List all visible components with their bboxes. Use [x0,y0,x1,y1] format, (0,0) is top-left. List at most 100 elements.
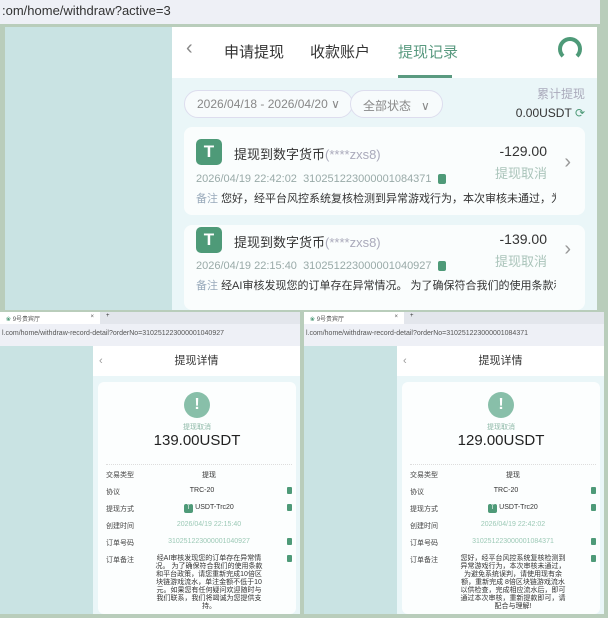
chevron-right-icon: › [564,238,571,260]
tab-apply[interactable]: 申请提现 [224,41,284,62]
row-value: 2026/04/19 22:42:02 [481,521,545,528]
row-value: TRC-20 [190,487,215,494]
new-tab-button[interactable]: + [106,313,110,319]
detail-row: 协议 TRC-20 [106,487,292,504]
detail-row: 交易类型 提现 [410,470,596,487]
copy-icon[interactable] [590,538,596,545]
side-panel [0,346,93,614]
refresh-icon[interactable]: ⟳ [575,106,585,120]
chevron-right-icon: › [564,151,571,173]
row-value: 2026/04/19 22:15:40 [177,521,241,528]
row-value-text: 您好，经平台风控系统复核检测到异常游戏行为，本次审核未通过，为避免系统误判，请使… [460,555,566,610]
total-value: 0.00USDT ⟳ [515,106,585,120]
copy-icon[interactable] [286,504,292,511]
row-value-text: 310251223000001040927 [168,538,250,545]
row-label: 提现方式 [410,506,438,513]
detail-row: 订单号码 310251223000001040927 [106,538,292,555]
address-bar[interactable]: l.com/home/withdraw-record-detail?orderN… [304,324,604,346]
detail-row: 订单备注 经AI审核发现您的订单存在异常情况。 为了确保符合我们的使用条款和平台政… [106,555,292,614]
row-value-text: USDT-Trc20 [499,504,538,511]
row-value-text: 2026/04/19 22:42:02 [480,521,546,528]
row-value: TRC-20 [494,487,519,494]
record-card[interactable]: T 提现到数字货币(****zxs8) 2026/04/19 22:42:02 … [184,127,585,215]
row-label: 协议 [410,489,424,496]
back-button[interactable]: ‹ [186,37,193,60]
row-value: 经AI审核发现您的订单存在异常情况。 为了确保符合我们的使用条款和平台政策，请您… [154,555,264,611]
tether-icon: T [184,504,194,513]
row-value-text: USDT-Trc20 [195,504,234,511]
row-value-text: 提现 [202,472,216,479]
row-label: 提现方式 [106,506,134,513]
tab-accounts[interactable]: 收款账户 [310,41,370,62]
row-label: 订单备注 [410,557,438,564]
row-value-text: 310251223000001084371 [472,538,554,545]
row-label: 交易类型 [106,472,134,479]
side-panel [5,27,172,310]
copy-icon[interactable] [286,487,292,494]
amount: 129.00USDT [457,432,545,449]
row-label: 交易类型 [410,472,438,479]
tab-records[interactable]: 提现记录 [398,41,458,62]
detail-row: 交易类型 提现 [106,470,292,487]
status-text: 提现取消 [487,424,515,431]
amount: 139.00USDT [153,432,241,449]
detail-card: ! 提现取消 129.00USDT 交易类型 提现协议 TRC-20 提现方式 T USD… [402,382,600,614]
row-value-text: 2026/04/19 22:15:40 [176,521,242,528]
browser-tab[interactable]: ❀ 9号贵宾厅 × [0,312,100,324]
row-label: 创建时间 [410,523,438,530]
back-button[interactable]: ‹ [403,346,407,376]
detail-row: 订单号码 310251223000001084371 [410,538,596,555]
row-label: 订单号码 [410,540,438,547]
detail-screenshot: ❀ 9号贵宾厅 × + l.com/home/withdraw-record-det… [0,312,300,614]
row-value-text: 提现 [506,472,520,479]
record-card[interactable]: T 提现到数字货币(****zxs8) 2026/04/19 22:15:40 … [184,225,585,310]
exclamation-icon: ! [184,392,210,418]
copy-icon[interactable] [287,555,292,562]
row-label: 订单备注 [106,557,134,564]
row-value: 310251223000001040927 [168,538,250,545]
row-value: 310251223000001084371 [472,538,554,545]
row-value: 提现 [506,470,520,480]
back-button[interactable]: ‹ [99,346,103,376]
status-filter[interactable]: 全部状态 ∨ [350,90,443,118]
row-label: 订单号码 [106,540,134,547]
browser-tab[interactable]: ❀ 9号贵宾厅 × [304,312,404,324]
detail-row: 提现方式 T USDT-Trc20 [410,504,596,521]
detail-row: 创建时间 2026/04/19 22:42:02 [410,521,596,538]
row-label: 协议 [106,489,120,496]
row-value: 提现 [202,470,216,480]
row-value: 您好，经平台风控系统复核检测到异常游戏行为，本次审核未通过，为避免系统误判，请使… [458,555,568,611]
tether-icon: T [488,504,498,513]
tether-icon: T [196,139,222,165]
detail-screenshot: ❀ 9号贵宾厅 × + l.com/home/withdraw-record-det… [304,312,604,614]
copy-icon[interactable] [437,174,446,185]
headset-icon[interactable] [558,37,582,61]
status-text: 提现取消 [183,424,211,431]
row-value: T USDT-Trc20 [488,504,538,513]
detail-card: ! 提现取消 139.00USDT 交易类型 提现协议 TRC-20 提现方式 T USD… [98,382,296,614]
page-title: 提现详情 [478,355,523,367]
detail-row: 协议 TRC-20 [410,487,596,504]
address-bar[interactable]: l.com/home/withdraw-record-detail?orderN… [0,324,300,346]
row-value: T USDT-Trc20 [184,504,234,513]
copy-icon[interactable] [591,555,596,562]
tether-icon: T [196,227,222,253]
copy-icon[interactable] [286,538,292,545]
detail-row: 订单备注 您好，经平台风控系统复核检测到异常游戏行为，本次审核未通过，为避免系统误… [410,555,596,614]
copy-icon[interactable] [437,261,446,272]
row-value-text: TRC-20 [493,487,519,494]
total-label: 累计提现 [536,87,585,101]
side-panel [304,346,397,614]
exclamation-icon: ! [488,392,514,418]
date-range-filter[interactable]: 2026/04/18 - 2026/04/20 ∨ [184,90,353,118]
address-bar[interactable]: :om/home/withdraw?active=3 [0,0,600,24]
row-value-text: TRC-20 [189,487,215,494]
copy-icon[interactable] [590,504,596,511]
detail-row: 创建时间 2026/04/19 22:15:40 [106,521,292,538]
tab-underline [398,75,452,78]
row-value-text: 经AI审核发现您的订单存在异常情况。 为了确保符合我们的使用条款和平台政策，请您… [155,555,263,610]
copy-icon[interactable] [590,487,596,494]
new-tab-button[interactable]: + [410,313,414,319]
detail-row: 提现方式 T USDT-Trc20 [106,504,292,521]
row-label: 创建时间 [106,523,134,530]
